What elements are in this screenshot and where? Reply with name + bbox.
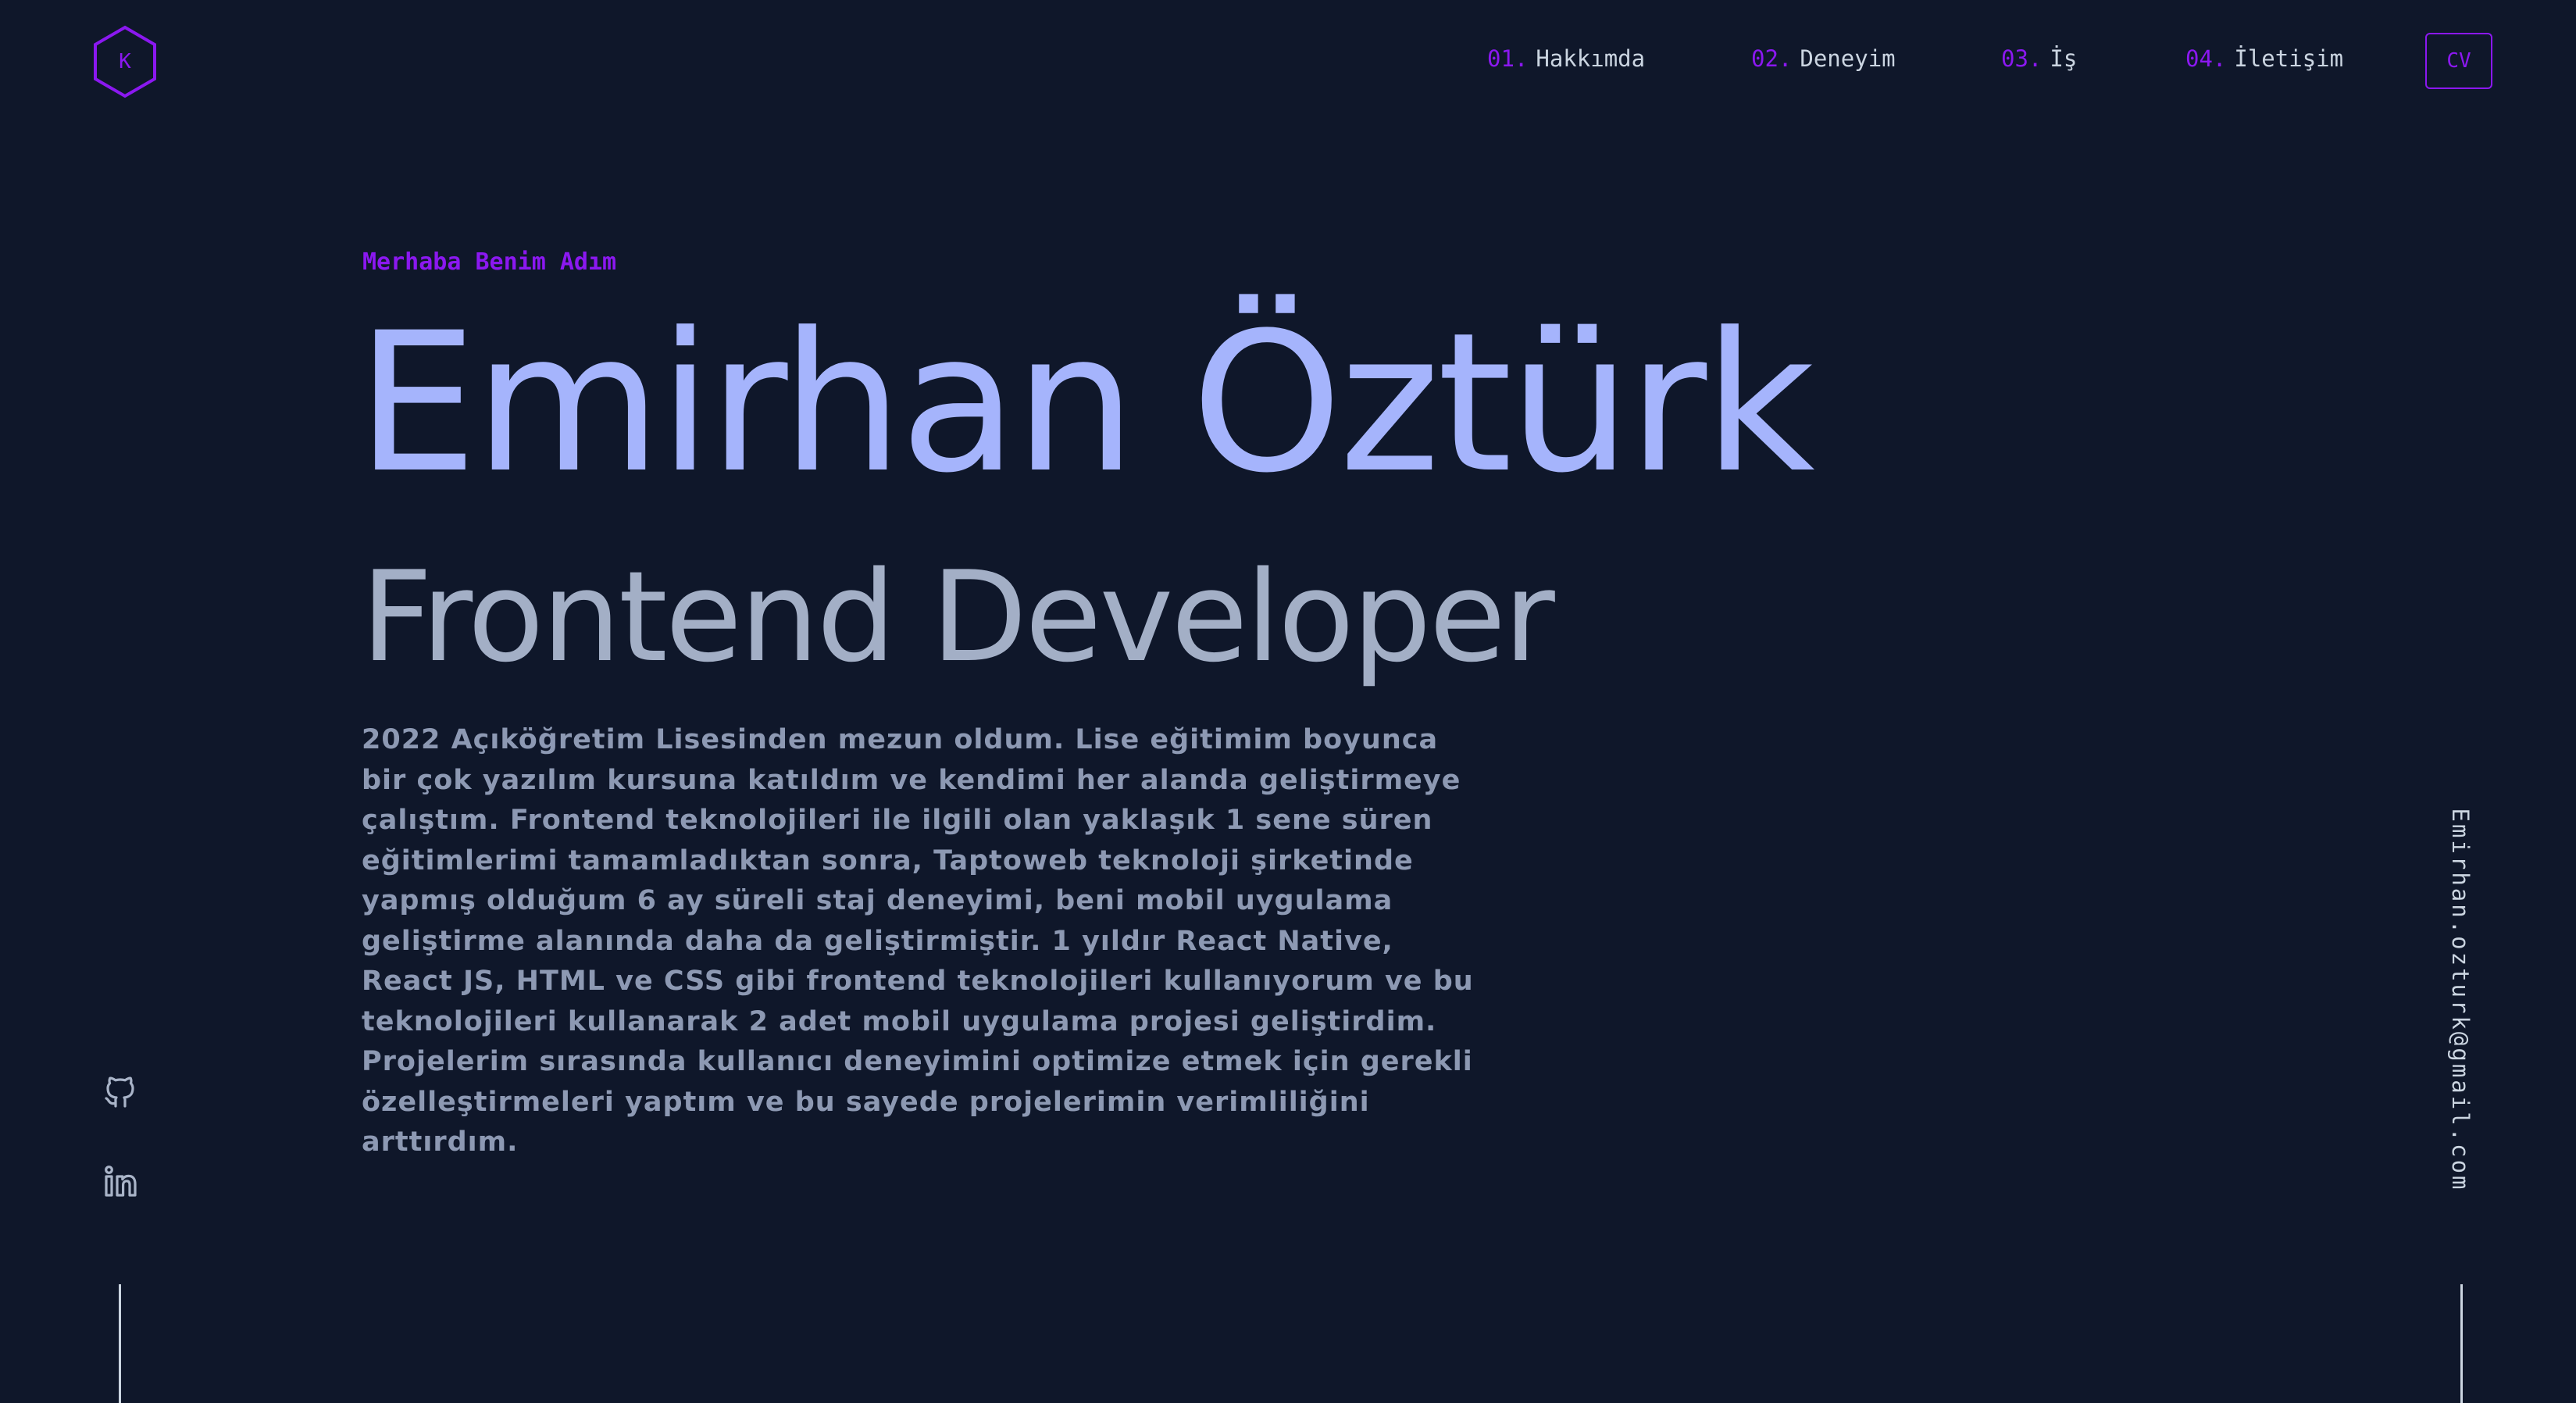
cv-button[interactable]: CV: [2425, 33, 2492, 89]
linkedin-link[interactable]: [102, 1162, 139, 1200]
hero-description: 2022 Açıköğretim Lisesinden mezun oldum.…: [362, 724, 1474, 1158]
left-divider-line: [119, 1284, 121, 1403]
hero-greeting: Merhaba Benim Adım: [362, 248, 617, 276]
github-link[interactable]: [102, 1073, 139, 1111]
nav-label: Hakkımda: [1536, 45, 1646, 72]
hero-name: Emirhan Öztürk: [356, 292, 1815, 516]
logo-letter: K: [119, 50, 131, 73]
linkedin-icon: [105, 1166, 137, 1197]
nav-number: 01.: [1487, 45, 1529, 72]
nav-number: 03.: [2001, 45, 2043, 72]
nav-number: 02.: [1751, 45, 1793, 72]
logo-link[interactable]: K: [92, 25, 158, 98]
nav-number: 04.: [2185, 45, 2227, 72]
nav-label: Deneyim: [1800, 45, 1896, 72]
right-divider-line: [2460, 1284, 2463, 1403]
nav-label: İş: [2050, 45, 2078, 72]
github-icon: [105, 1076, 134, 1108]
nav-item-contact[interactable]: 04. İletişim: [2185, 45, 2343, 72]
nav-item-experience[interactable]: 02. Deneyim: [1751, 45, 1896, 72]
nav-label: İletişim: [2234, 45, 2344, 72]
email-link[interactable]: Emirhan.ozturk@gmail.com: [2447, 808, 2474, 1191]
hero-role: Frontend Developer: [361, 544, 1555, 690]
nav-item-about[interactable]: 01. Hakkımda: [1487, 45, 1645, 72]
nav-item-work[interactable]: 03. İş: [2001, 45, 2077, 72]
